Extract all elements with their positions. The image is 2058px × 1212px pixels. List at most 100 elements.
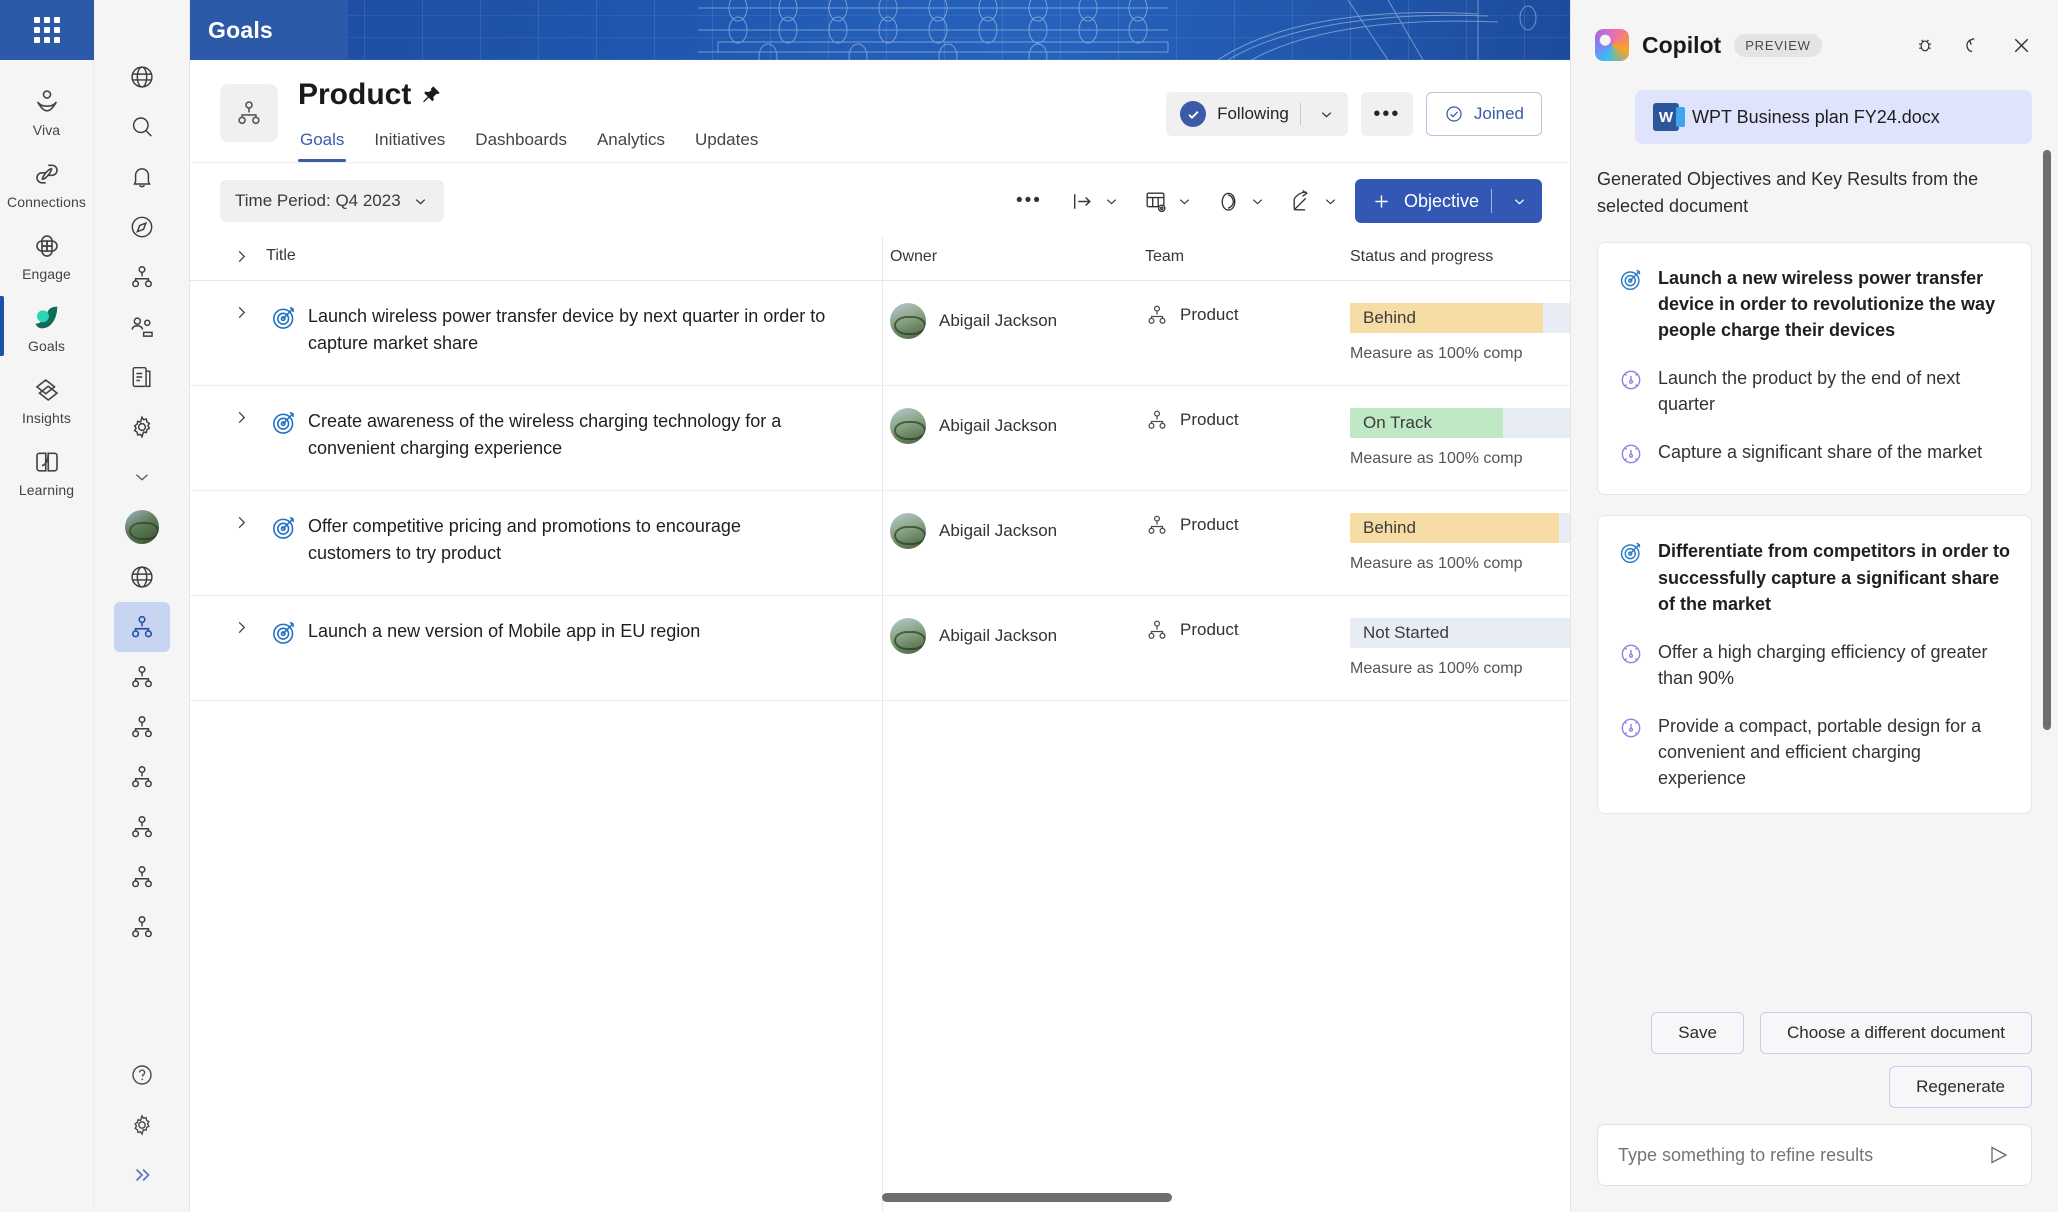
undo-icon[interactable] xyxy=(1958,30,1988,60)
team-name: Product xyxy=(1180,620,1239,639)
okr-card[interactable]: Differentiate from competitors in order … xyxy=(1597,515,2032,815)
bug-icon[interactable] xyxy=(1910,30,1940,60)
toolbar-more-button[interactable]: ••• xyxy=(1011,180,1047,222)
key-result-text: Provide a compact, portable design for a… xyxy=(1658,715,1982,789)
team-5-button[interactable] xyxy=(114,802,170,852)
tab-analytics[interactable]: Analytics xyxy=(595,126,667,162)
table-row[interactable]: Create awareness of the wireless chargin… xyxy=(190,385,1570,491)
status-progress-bar: Not Started xyxy=(1350,618,1570,648)
chevron-right-icon xyxy=(238,516,245,529)
tab-dashboards[interactable]: Dashboards xyxy=(473,126,569,162)
sidebar-item-viva[interactable]: Viva xyxy=(0,74,93,146)
sidebar-item-insights[interactable]: Insights xyxy=(0,362,93,434)
joined-button[interactable]: Joined xyxy=(1425,92,1542,136)
people-button[interactable] xyxy=(114,302,170,352)
sidebar-item-label: Engage xyxy=(22,266,71,282)
tab-goals[interactable]: Goals xyxy=(298,126,347,162)
regenerate-button[interactable]: Regenerate xyxy=(1889,1066,2032,1108)
row-expand-chevron[interactable] xyxy=(220,303,262,322)
share-icon xyxy=(1284,180,1320,222)
connections-link-icon xyxy=(27,157,67,191)
share-group[interactable] xyxy=(1284,180,1339,222)
goal-title: Launch wireless power transfer device by… xyxy=(308,306,826,353)
following-dropdown[interactable] xyxy=(1312,106,1342,123)
page-more-button[interactable]: ••• xyxy=(1360,92,1413,136)
row-expand-chevron[interactable] xyxy=(220,513,262,532)
page-header-middle: Product Goals Initiatives Dashboards Ana… xyxy=(298,78,1166,162)
team-6-button[interactable] xyxy=(114,852,170,902)
close-icon[interactable] xyxy=(2006,30,2036,60)
icon-rail-bottom xyxy=(94,1050,189,1200)
okr-card[interactable]: Launch a new wireless power transfer dev… xyxy=(1597,242,2032,496)
team-4-button[interactable] xyxy=(114,752,170,802)
row-expand-chevron[interactable] xyxy=(220,618,262,637)
choose-different-document-button[interactable]: Choose a different document xyxy=(1760,1012,2032,1054)
objective-dropdown[interactable] xyxy=(1504,193,1534,210)
table-settings-group[interactable] xyxy=(1138,180,1193,222)
org-chart-icon xyxy=(131,866,152,888)
expand-more-button[interactable] xyxy=(114,452,170,502)
profile-avatar-button[interactable] xyxy=(114,502,170,552)
table-row[interactable]: Launch a new version of Mobile app in EU… xyxy=(190,595,1570,701)
organization-button[interactable] xyxy=(114,552,170,602)
send-icon[interactable] xyxy=(1983,1143,2015,1167)
help-button[interactable] xyxy=(114,1050,170,1100)
team-3-button[interactable] xyxy=(114,702,170,752)
cell-title: Launch wireless power transfer device by… xyxy=(190,280,890,386)
chevrons-right-icon xyxy=(135,1168,150,1182)
sidebar-item-label: Insights xyxy=(21,410,72,426)
teams-button[interactable] xyxy=(114,252,170,302)
goals-table: Title Owner Team Status and progress Lau… xyxy=(190,237,1570,701)
app-launcher-button[interactable] xyxy=(0,0,94,60)
rail-settings-button[interactable] xyxy=(114,402,170,452)
following-label: Following xyxy=(1217,104,1289,123)
org-chart-icon xyxy=(131,816,152,838)
add-objective-button[interactable]: Objective xyxy=(1354,179,1542,223)
cell-team: Product xyxy=(1145,490,1350,596)
settings-button[interactable] xyxy=(114,1100,170,1150)
notifications-button[interactable] xyxy=(114,152,170,202)
explore-button[interactable] xyxy=(114,202,170,252)
copilot-input-row xyxy=(1597,1124,2032,1186)
copilot-title: Copilot xyxy=(1642,31,1722,58)
sidebar-item-engage[interactable]: Engage xyxy=(0,218,93,290)
team-7-button[interactable] xyxy=(114,902,170,952)
home-globe-button[interactable] xyxy=(114,52,170,102)
copilot-header: Copilot PREVIEW xyxy=(1571,0,2058,90)
team-avatar xyxy=(220,84,278,142)
sidebar-item-learning[interactable]: Learning xyxy=(0,434,93,506)
selected-document-chip[interactable]: W WPT Business plan FY24.docx xyxy=(1635,90,2032,144)
search-button[interactable] xyxy=(114,102,170,152)
reports-button[interactable] xyxy=(114,352,170,402)
tab-initiatives[interactable]: Initiatives xyxy=(372,126,447,162)
tab-updates[interactable]: Updates xyxy=(693,126,760,162)
team-2-button[interactable] xyxy=(114,652,170,702)
copilot-scrollbar[interactable] xyxy=(2043,150,2051,730)
row-expand-chevron[interactable] xyxy=(220,408,262,427)
chevron-down-icon xyxy=(1514,198,1524,204)
horizontal-scrollbar[interactable] xyxy=(882,1193,1570,1202)
align-arrow-group[interactable] xyxy=(1065,180,1120,222)
page-banner: Goals xyxy=(190,0,1570,60)
goal-title: Offer competitive pricing and promotions… xyxy=(308,516,741,563)
time-period-selector[interactable]: Time Period: Q4 2023 xyxy=(220,180,444,222)
divider xyxy=(1491,189,1492,213)
app-launcher-icon xyxy=(33,17,60,43)
cell-owner: Abigail Jackson xyxy=(890,595,1145,701)
following-button[interactable]: Following xyxy=(1166,92,1348,136)
pin-icon[interactable] xyxy=(420,84,442,106)
refine-input[interactable] xyxy=(1618,1144,1983,1166)
team-product-button[interactable] xyxy=(113,602,170,652)
table-row[interactable]: Offer competitive pricing and promotions… xyxy=(190,490,1570,596)
page-header: Product Goals Initiatives Dashboards Ana… xyxy=(190,60,1570,163)
expand-rail-button[interactable] xyxy=(114,1150,170,1200)
owner-name: Abigail Jackson xyxy=(939,416,1058,435)
sidebar-item-goals[interactable]: Goals xyxy=(0,290,93,362)
expand-all-chevron[interactable] xyxy=(220,247,262,266)
sidebar-item-connections[interactable]: Connections xyxy=(0,146,93,218)
filter-group[interactable] xyxy=(1211,180,1266,222)
table-settings-icon xyxy=(1138,180,1174,222)
save-button[interactable]: Save xyxy=(1651,1012,1744,1054)
goal-title: Create awareness of the wireless chargin… xyxy=(308,411,782,458)
table-row[interactable]: Launch wireless power transfer device by… xyxy=(190,280,1570,386)
